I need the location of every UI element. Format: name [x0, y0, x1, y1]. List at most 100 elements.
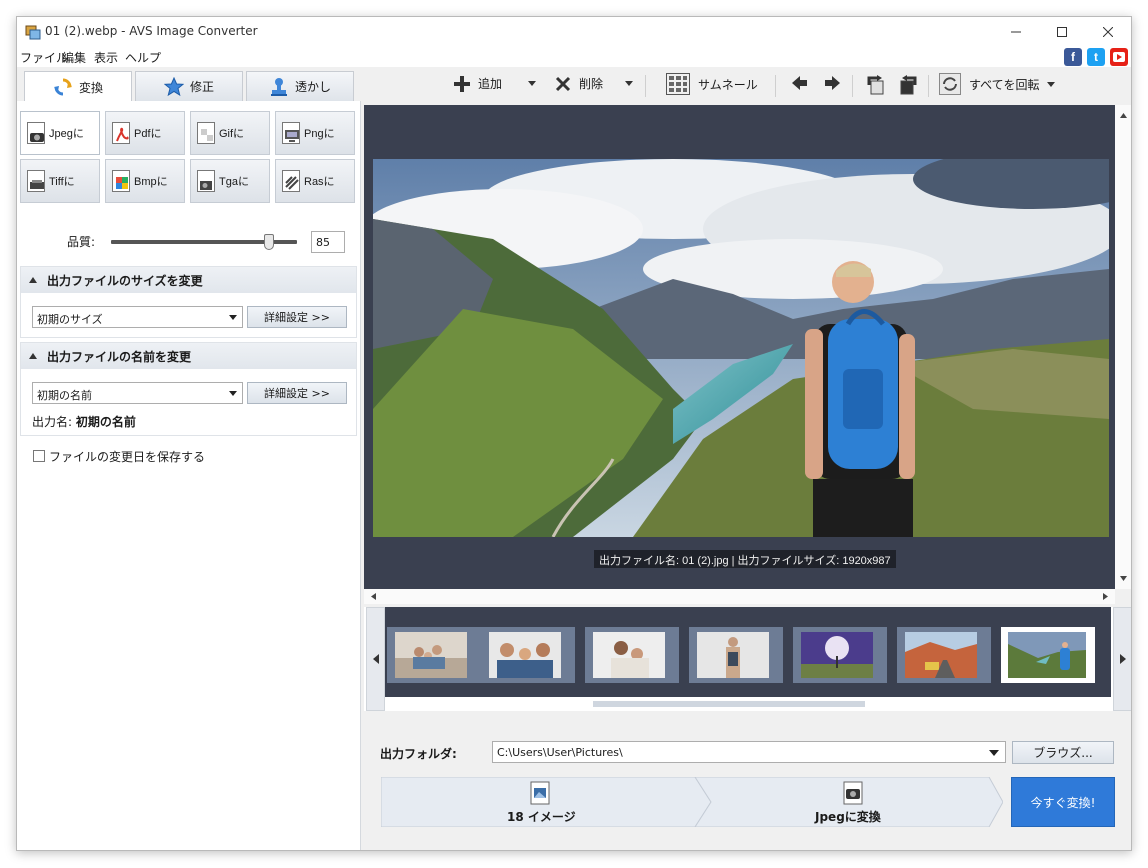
add-dropdown-button[interactable]	[528, 81, 536, 86]
thumbnail-item[interactable]	[897, 627, 991, 683]
format-tiff-button[interactable]: Tiffに	[20, 159, 100, 203]
toolbar-separator	[928, 75, 929, 97]
format-png-button[interactable]: Pngに	[275, 111, 355, 155]
next-button[interactable]	[824, 75, 840, 91]
caret-down-icon	[625, 81, 633, 86]
youtube-icon[interactable]	[1110, 48, 1128, 66]
thumbnail-item[interactable]	[387, 627, 481, 683]
menu-edit[interactable]: 編集	[62, 49, 86, 66]
browse-button[interactable]: ブラウズ...	[1012, 741, 1114, 764]
strip-scrollbar-thumb[interactable]	[593, 701, 865, 707]
maximize-button[interactable]	[1039, 17, 1085, 47]
family-sofa-thumbnail	[395, 632, 467, 678]
dropdown-arrow-icon	[229, 315, 237, 320]
strip-right-button[interactable]	[1113, 607, 1131, 711]
close-button[interactable]	[1085, 17, 1131, 47]
conversion-steps: 18 イメージ Jpegに変換	[381, 777, 1003, 827]
preview-photo	[373, 159, 1109, 537]
thumbnail-button[interactable]: サムネール	[666, 73, 758, 95]
menu-file[interactable]: ファイル	[20, 49, 68, 66]
delete-label: 削除	[579, 77, 604, 91]
app-icon	[25, 25, 41, 40]
rename-section-header[interactable]: 出力ファイルの名前を変更	[21, 343, 356, 369]
thumbnail-item[interactable]	[793, 627, 887, 683]
rotate-all-button[interactable]: すべてを回転	[939, 73, 1056, 95]
resize-section-header[interactable]: 出力ファイルのサイズを変更	[21, 267, 356, 293]
format-tga-button[interactable]: Tgaに	[190, 159, 270, 203]
format-ras-button[interactable]: Rasに	[275, 159, 355, 203]
pdf-file-icon	[112, 122, 130, 144]
rotate-all-icon	[939, 73, 961, 95]
format-tga-label: Tgaに	[219, 176, 249, 188]
keep-date-checkbox[interactable]	[33, 450, 45, 462]
output-folder-label: 出力フォルダ:	[380, 747, 457, 761]
tab-bar: 変換 修正 透かし	[17, 67, 362, 102]
dropdown-arrow-icon	[989, 750, 999, 756]
format-gif-button[interactable]: Gifに	[190, 111, 270, 155]
tab-watermark[interactable]: 透かし	[246, 71, 354, 101]
menu-view[interactable]: 表示	[94, 49, 118, 66]
strip-left-button[interactable]	[366, 607, 385, 711]
delete-dropdown-button[interactable]	[625, 81, 633, 86]
minimize-button[interactable]	[993, 17, 1039, 47]
tree-sky-thumbnail	[801, 632, 873, 678]
tab-edit-label: 修正	[189, 80, 214, 94]
thumbnail-grid-icon	[666, 73, 690, 95]
delete-x-icon	[555, 76, 571, 91]
previous-button[interactable]	[792, 75, 808, 91]
tab-convert[interactable]: 変換	[24, 71, 132, 102]
delete-button[interactable]: 削除	[555, 75, 603, 92]
thumbnail-label: サムネール	[698, 77, 758, 92]
keep-date-label[interactable]: ファイルの変更日を保存する	[49, 448, 205, 465]
preview-horizontal-scrollbar[interactable]	[364, 589, 1115, 604]
add-button[interactable]: 追加	[454, 75, 502, 92]
tab-edit[interactable]: 修正	[135, 71, 243, 101]
preview-vertical-scrollbar[interactable]	[1115, 105, 1131, 589]
thumbnail-item[interactable]	[689, 627, 783, 683]
woman-standing-thumbnail	[697, 632, 769, 678]
thumbnail-item-selected[interactable]	[1001, 627, 1095, 683]
preview-caption: 出力ファイル名: 01 (2).jpg | 出力ファイルサイズ: 1920x98…	[594, 550, 896, 568]
menu-help[interactable]: ヘルプ	[125, 49, 161, 66]
resize-select[interactable]: 初期のサイズ	[32, 306, 243, 328]
twitter-icon[interactable]: t	[1087, 48, 1105, 66]
rename-advanced-button[interactable]: 詳細設定 >>	[247, 382, 347, 404]
collapse-triangle-icon	[29, 353, 37, 359]
desert-road-thumbnail	[905, 632, 977, 678]
format-pdf-button[interactable]: Pdfに	[105, 111, 185, 155]
app-window: 01 (2).webp - AVS Image Converter ファイル 編…	[16, 16, 1132, 851]
stamp-icon	[270, 77, 287, 96]
format-jpeg-label: Jpegに	[49, 128, 84, 140]
rename-select-value: 初期の名前	[37, 389, 92, 402]
output-folder-select[interactable]: C:\Users\User\Pictures\	[492, 741, 1006, 763]
scroll-left-icon	[371, 593, 376, 600]
landscape-photo-image	[373, 159, 1109, 537]
resize-advanced-button[interactable]: 詳細設定 >>	[247, 306, 347, 328]
facebook-icon[interactable]: f	[1064, 48, 1082, 66]
tiff-file-icon	[27, 170, 45, 192]
thumbnail-item[interactable]	[481, 627, 575, 683]
format-bmp-button[interactable]: Bmpに	[105, 159, 185, 203]
images-icon	[530, 781, 550, 805]
format-bmp-label: Bmpに	[134, 176, 168, 188]
rotate-left-button[interactable]	[865, 75, 887, 95]
hiker-mountains-thumbnail	[1008, 632, 1086, 678]
window-title: 01 (2).webp - AVS Image Converter	[45, 24, 258, 38]
quality-slider-thumb[interactable]	[264, 234, 275, 250]
image-count-label: 18 イメージ	[507, 810, 576, 824]
output-name-value: 初期の名前	[75, 415, 136, 429]
thumbnail-list	[385, 607, 1111, 697]
maximize-icon	[1057, 27, 1067, 37]
format-tiff-label: Tiffに	[49, 176, 75, 188]
convert-now-button[interactable]: 今すぐ変換!	[1011, 777, 1115, 827]
rotate-right-button[interactable]	[897, 75, 919, 95]
menu-bar: ファイル 編集 表示 ヘルプ	[17, 47, 1131, 67]
quality-input[interactable]: 85	[311, 231, 345, 253]
settings-panel: Jpegに Pdfに Gifに Pngに Tiffに Bmpに Tgaに Ras…	[17, 101, 361, 850]
rename-heading: 出力ファイルの名前を変更	[47, 349, 192, 364]
thumbnail-item[interactable]	[585, 627, 679, 683]
toolbar-separator	[645, 75, 646, 97]
rename-select[interactable]: 初期の名前	[32, 382, 243, 404]
image-preview: 出力ファイル名: 01 (2).jpg | 出力ファイルサイズ: 1920x98…	[364, 105, 1115, 589]
format-jpeg-button[interactable]: Jpegに	[20, 111, 100, 155]
